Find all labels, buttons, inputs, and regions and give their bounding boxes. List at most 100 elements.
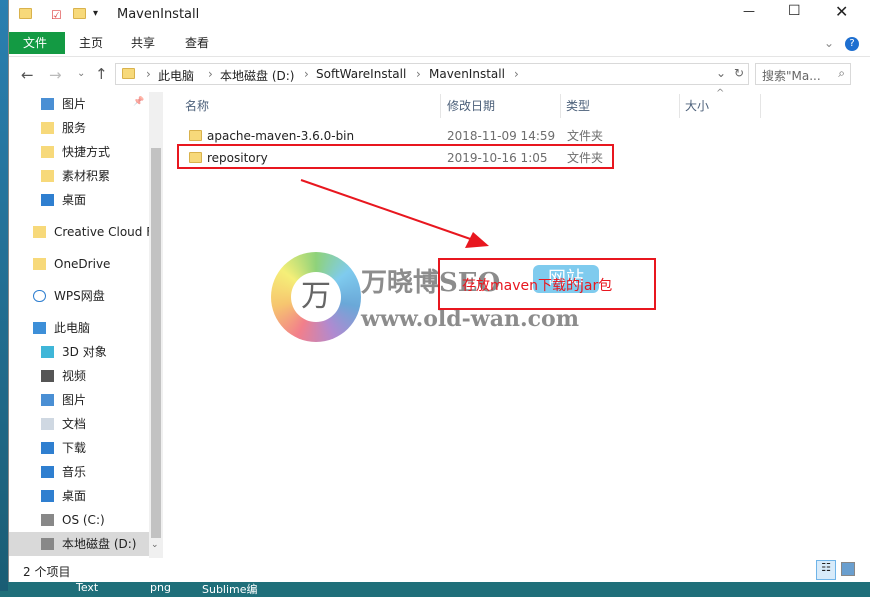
- nav-item[interactable]: 图片: [9, 92, 149, 116]
- breadcrumb[interactable]: 此电脑: [158, 67, 194, 84]
- nav-item[interactable]: 此电脑: [9, 316, 149, 340]
- tab-share[interactable]: 共享: [117, 32, 169, 54]
- pictures-icon: [41, 394, 54, 406]
- nav-item[interactable]: 素材积累: [9, 164, 149, 188]
- documents-icon: [41, 418, 54, 430]
- sort-icon: ^: [716, 88, 725, 99]
- forward-button[interactable]: →: [49, 66, 62, 84]
- nav-item[interactable]: 下载: [9, 436, 149, 460]
- folder-icon: [122, 68, 135, 79]
- nav-item-label: 下载: [62, 441, 87, 455]
- nav-item[interactable]: WPS网盘: [9, 284, 149, 308]
- nav-item-label: 素材积累: [62, 169, 111, 183]
- nav-item[interactable]: 本地磁盘 (D:): [9, 532, 149, 556]
- large-icons-view-button[interactable]: [841, 562, 855, 576]
- 3d-icon: [41, 346, 54, 358]
- properties-icon[interactable]: ☑: [51, 8, 62, 22]
- address-dropdown-icon[interactable]: ⌄: [716, 66, 726, 80]
- maximize-button[interactable]: ☐: [788, 3, 801, 19]
- annotation-box: 存放maven下载的jar包: [438, 258, 656, 310]
- nav-item-label: WPS网盘: [54, 289, 105, 303]
- pictures-icon: [41, 98, 54, 110]
- column-date[interactable]: 修改日期: [447, 94, 495, 118]
- breadcrumb[interactable]: 本地磁盘 (D:): [220, 67, 294, 84]
- folder-icon: [189, 130, 202, 141]
- nav-item-label: 服务: [62, 121, 87, 135]
- nav-item-label: OS (C:): [62, 513, 105, 527]
- ribbon-expand-icon[interactable]: ⌄: [824, 36, 834, 50]
- folder-icon: [41, 146, 54, 158]
- nav-item[interactable]: OS (C:): [9, 508, 149, 532]
- new-folder-icon[interactable]: [73, 8, 86, 19]
- nav-item[interactable]: 文档: [9, 412, 149, 436]
- tab-home[interactable]: 主页: [65, 32, 117, 54]
- video-icon: [41, 370, 54, 382]
- desktop-item[interactable]: Sublime编: [202, 581, 258, 597]
- nav-item-label: 图片: [62, 393, 87, 407]
- recent-dropdown[interactable]: ⌄: [77, 68, 85, 79]
- nav-item[interactable]: Creative Cloud Files: [9, 220, 149, 244]
- nav-item[interactable]: OneDrive: [9, 252, 149, 276]
- close-button[interactable]: ✕: [835, 2, 848, 21]
- nav-item[interactable]: 视频: [9, 364, 149, 388]
- column-size[interactable]: 大小: [685, 94, 709, 118]
- nav-item-label: 音乐: [62, 465, 87, 479]
- desktop-icon: [41, 194, 54, 206]
- folder-icon: [19, 8, 32, 19]
- nav-item-label: 3D 对象: [62, 345, 107, 359]
- column-type[interactable]: 类型: [566, 94, 590, 118]
- nav-item-label: 文档: [62, 417, 87, 431]
- help-icon[interactable]: ?: [845, 37, 859, 51]
- refresh-icon[interactable]: ↻: [734, 66, 744, 80]
- address-bar[interactable]: › 此电脑 › 本地磁盘 (D:) › SoftWareInstall › Ma…: [115, 63, 749, 85]
- back-button[interactable]: ←: [21, 66, 34, 84]
- column-name[interactable]: 名称: [185, 94, 209, 118]
- minimize-button[interactable]: —: [743, 4, 755, 18]
- nav-item[interactable]: 图片: [9, 388, 149, 412]
- desktop-item[interactable]: Text: [76, 581, 98, 594]
- breadcrumb[interactable]: MavenInstall: [429, 67, 505, 81]
- folder-icon: [41, 170, 54, 182]
- desktop-background: [0, 0, 8, 591]
- nav-item[interactable]: 服务: [9, 116, 149, 140]
- breadcrumb[interactable]: SoftWareInstall: [316, 67, 406, 81]
- desktop-icon: [41, 490, 54, 502]
- search-input[interactable]: 搜索"Ma... ⌕: [755, 63, 851, 85]
- tab-view[interactable]: 查看: [171, 32, 223, 54]
- watermark-logo: 万: [271, 252, 361, 342]
- up-button[interactable]: ↑: [95, 65, 108, 83]
- folder-icon: [33, 226, 46, 238]
- nav-item[interactable]: 3D 对象: [9, 340, 149, 364]
- nav-item-label: 桌面: [62, 489, 87, 503]
- desktop-item[interactable]: png: [150, 581, 171, 594]
- cloud-icon: [33, 290, 46, 302]
- download-icon: [41, 442, 54, 454]
- nav-item[interactable]: 快捷方式: [9, 140, 149, 164]
- drive-icon: [41, 538, 54, 550]
- nav-item-label: 快捷方式: [62, 145, 111, 159]
- drive-icon: [41, 514, 54, 526]
- nav-item-label: 图片: [62, 97, 87, 111]
- arrow-annotation: [300, 179, 489, 248]
- nav-item-label: 此电脑: [54, 321, 91, 335]
- scrollbar-thumb[interactable]: [151, 148, 161, 538]
- chevron-down-icon[interactable]: ▾: [93, 8, 98, 19]
- details-view-button[interactable]: ☷: [816, 560, 836, 580]
- folder-icon: [41, 122, 54, 134]
- nav-item-label: Creative Cloud Files: [54, 225, 149, 239]
- explorer-window: ☑ ▾ MavenInstall — ☐ ✕ 文件 主页 共享 查看 ⌄ ? ←…: [8, 0, 870, 582]
- annotation-text: 存放maven下载的jar包: [462, 278, 613, 294]
- nav-item-label: 桌面: [62, 193, 87, 207]
- nav-scrollbar[interactable]: ⌄: [149, 92, 163, 558]
- navigation-pane: 图片服务快捷方式素材积累桌面Creative Cloud FilesOneDri…: [9, 92, 157, 558]
- nav-item[interactable]: 音乐: [9, 460, 149, 484]
- search-icon: ⌕: [838, 66, 845, 80]
- tab-file[interactable]: 文件: [9, 32, 65, 54]
- nav-item[interactable]: 桌面: [9, 188, 149, 212]
- music-icon: [41, 466, 54, 478]
- pin-icon[interactable]: 📌: [133, 97, 144, 107]
- folder-icon: [33, 258, 46, 270]
- highlight-box: [177, 144, 614, 169]
- nav-item[interactable]: 桌面: [9, 484, 149, 508]
- computer-icon: [33, 322, 46, 334]
